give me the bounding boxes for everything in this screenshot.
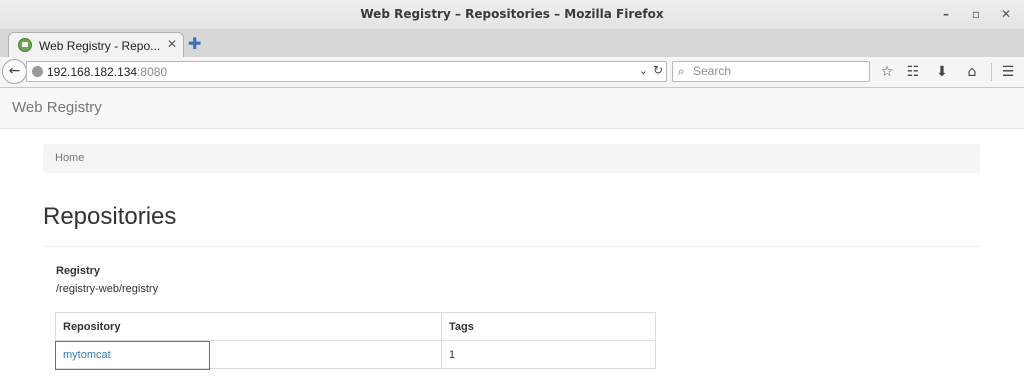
- breadcrumb: Home: [43, 144, 980, 173]
- close-tab-icon[interactable]: ✕: [167, 37, 177, 51]
- downloads-icon[interactable]: ⬇: [932, 62, 952, 82]
- new-tab-icon[interactable]: ✚: [188, 34, 201, 53]
- url-host: 192.168.182.134: [47, 65, 138, 79]
- column-header-tags: Tags: [441, 312, 656, 341]
- navigation-toolbar: ← 192.168.182.134:8080 ⌄ ↻ ⌕ ☆ ☷ ⬇ ⌂ ☰: [0, 57, 1024, 88]
- tab-strip: Web Registry - Repo... ✕ ✚: [0, 29, 1024, 58]
- url-text[interactable]: 192.168.182.134:8080: [47, 65, 167, 79]
- minimize-icon[interactable]: –: [938, 6, 954, 22]
- tab-web-registry[interactable]: Web Registry - Repo... ✕: [8, 32, 184, 58]
- bookmark-star-icon[interactable]: ☆: [877, 62, 897, 82]
- globe-icon: [32, 66, 43, 77]
- registry-path: /registry-web/registry: [56, 283, 159, 295]
- url-bar[interactable]: 192.168.182.134:8080 ⌄ ↻: [26, 61, 667, 82]
- back-button[interactable]: ←: [2, 59, 27, 84]
- repository-cell: mytomcat: [55, 340, 442, 369]
- page-title: Repositories: [43, 203, 177, 230]
- window-titlebar: Web Registry – Repositories – Mozilla Fi…: [0, 0, 1024, 30]
- menu-icon[interactable]: ☰: [998, 62, 1018, 82]
- tags-cell: 1: [441, 340, 656, 369]
- breadcrumb-home: Home: [55, 152, 85, 164]
- repositories-table: Repository Tags mytomcat 1: [55, 312, 656, 369]
- tab-label: Web Registry - Repo...: [39, 39, 161, 53]
- chevron-down-icon[interactable]: ⌄: [639, 64, 648, 77]
- reload-icon[interactable]: ↻: [653, 63, 663, 77]
- app-navbar: Web Registry: [0, 88, 1024, 129]
- maximize-icon[interactable]: ▫: [968, 6, 984, 22]
- search-icon: ⌕: [678, 64, 685, 78]
- table-row: mytomcat 1: [55, 340, 656, 369]
- window-title: Web Registry – Repositories – Mozilla Fi…: [360, 7, 664, 21]
- close-window-icon[interactable]: ✕: [998, 6, 1014, 22]
- brand-link[interactable]: Web Registry: [12, 99, 102, 116]
- search-bar[interactable]: ⌕: [672, 61, 870, 82]
- title-divider: [43, 246, 980, 247]
- table-header-row: Repository Tags: [55, 312, 656, 341]
- registry-label: Registry: [56, 265, 101, 277]
- repository-link-mytomcat[interactable]: mytomcat: [63, 349, 111, 361]
- toolbar-separator: [991, 63, 992, 81]
- registry-favicon-icon: [18, 38, 32, 52]
- home-icon[interactable]: ⌂: [962, 62, 982, 82]
- url-port: :8080: [137, 65, 168, 79]
- search-input[interactable]: [693, 63, 863, 79]
- column-header-repository: Repository: [55, 312, 442, 341]
- reading-list-icon[interactable]: ☷: [903, 62, 923, 82]
